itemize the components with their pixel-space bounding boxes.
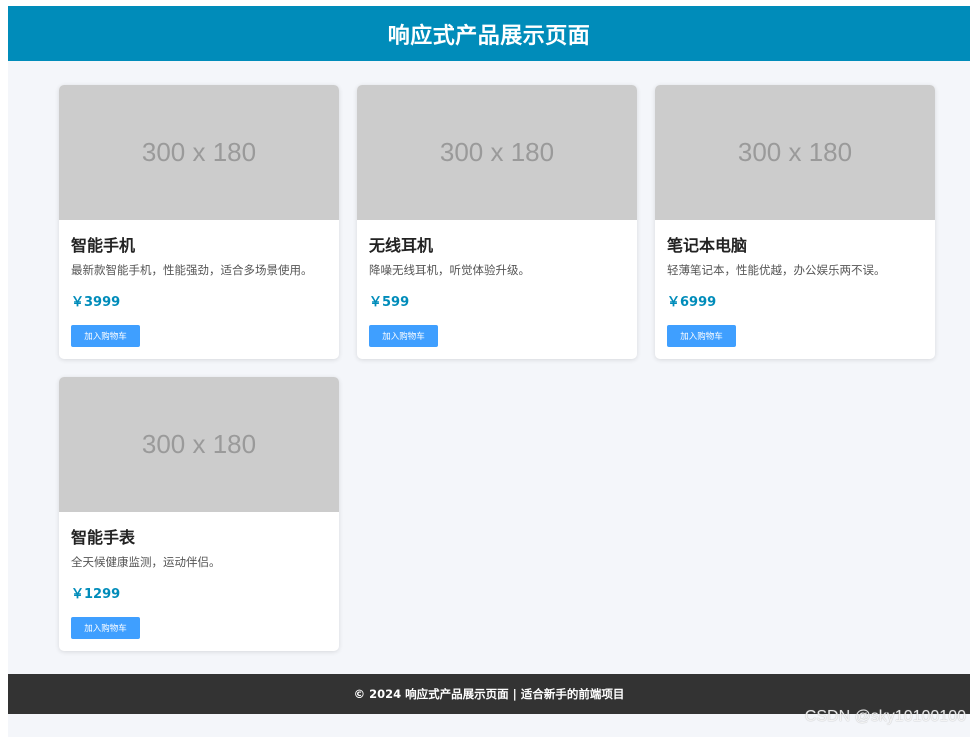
product-name: 智能手机 xyxy=(71,236,136,255)
product-description: 轻薄笔记本，性能优越，办公娱乐两不误。 xyxy=(667,263,886,277)
csdn-watermark: CSDN @sky10100100 xyxy=(804,708,966,725)
product-image-placeholder: 300 x 180 xyxy=(357,85,637,220)
product-description: 降噪无线耳机，听觉体验升级。 xyxy=(369,263,530,277)
page-header: 响应式产品展示页面 xyxy=(8,6,970,61)
left-edge xyxy=(0,0,8,737)
footer-text: © 2024 响应式产品展示页面 | 适合新手的前端项目 xyxy=(353,687,625,701)
add-to-cart-button[interactable]: 加入购物车 xyxy=(71,325,140,347)
add-to-cart-button[interactable]: 加入购物车 xyxy=(71,617,140,639)
product-image-placeholder: 300 x 180 xyxy=(59,377,339,512)
product-name: 智能手表 xyxy=(71,528,136,547)
page-title: 响应式产品展示页面 xyxy=(387,23,591,49)
product-card: 300 x 180 智能手机 最新款智能手机，性能强劲，适合多场景使用。 ￥39… xyxy=(59,85,339,359)
product-name: 笔记本电脑 xyxy=(667,236,748,255)
add-to-cart-button[interactable]: 加入购物车 xyxy=(667,325,736,347)
product-price: ￥1299 xyxy=(71,587,121,602)
product-description: 全天候健康监测，运动伴侣。 xyxy=(71,555,221,569)
product-description: 最新款智能手机，性能强劲，适合多场景使用。 xyxy=(71,263,313,277)
product-card: 300 x 180 智能手表 全天候健康监测，运动伴侣。 ￥1299 加入购物车 xyxy=(59,377,339,651)
product-image-placeholder: 300 x 180 xyxy=(655,85,935,220)
add-to-cart-button[interactable]: 加入购物车 xyxy=(369,325,438,347)
product-price: ￥3999 xyxy=(71,295,121,310)
product-price: ￥599 xyxy=(369,295,410,310)
product-image-placeholder: 300 x 180 xyxy=(59,85,339,220)
product-card: 300 x 180 无线耳机 降噪无线耳机，听觉体验升级。 ￥599 加入购物车 xyxy=(357,85,637,359)
product-card: 300 x 180 笔记本电脑 轻薄笔记本，性能优越，办公娱乐两不误。 ￥699… xyxy=(655,85,935,359)
product-name: 无线耳机 xyxy=(369,236,434,255)
product-price: ￥6999 xyxy=(667,295,717,310)
